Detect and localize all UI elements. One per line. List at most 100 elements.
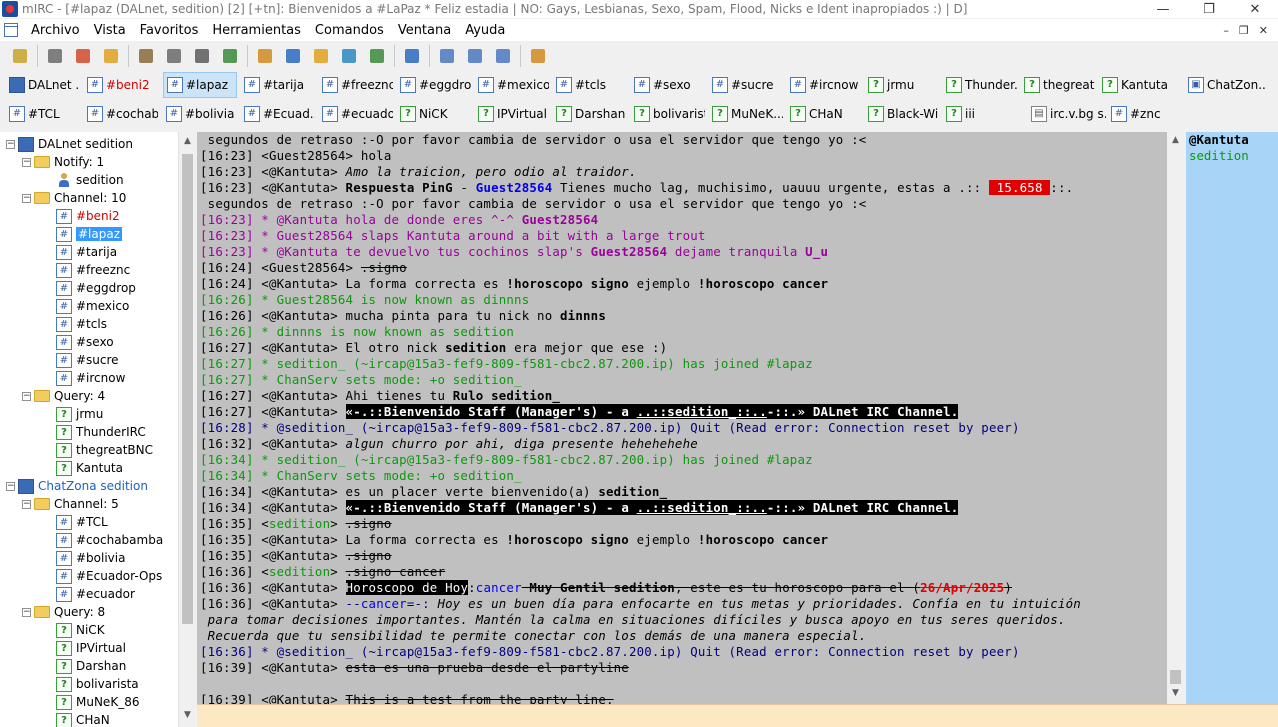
menu-vista[interactable]: Vista [87, 23, 133, 38]
switchbar-ecuad[interactable]: ##Ecuad... [241, 101, 315, 127]
switchbar-chatzon[interactable]: ▣ ChatZon... [1185, 72, 1265, 98]
switchbar-ipvirtual[interactable]: ? IPVirtual [475, 101, 549, 127]
tree-node-query[interactable]: ? Darshan [56, 657, 126, 675]
tree-node-chan[interactable]: # #freeznc [56, 261, 130, 279]
scroll-up-arrow-icon[interactable]: ▲ [179, 136, 196, 146]
switchbar-tcl[interactable]: # #TCL [6, 101, 80, 127]
switchbar-freeznc[interactable]: # #freeznc [319, 72, 393, 98]
channels-folder-icon[interactable] [402, 46, 422, 66]
switchbar-ircnow[interactable]: # #ircnow [787, 72, 861, 98]
switchbar-eggdrop[interactable]: ##eggdrop [397, 72, 471, 98]
help-icon[interactable] [528, 46, 548, 66]
tree-node-chan[interactable]: # #lapaz [56, 225, 123, 243]
menu-comandos[interactable]: Comandos [308, 23, 391, 38]
switchbar-blackwi[interactable]: ?Black-Wi... [865, 101, 939, 127]
tree-node-chan[interactable]: # #Ecuador-Ops [56, 567, 162, 585]
switchbar-iii[interactable]: ? iii [943, 101, 1017, 127]
nick-sedition[interactable]: sedition [1189, 148, 1278, 164]
tree-node-chan[interactable]: # #tcls [56, 315, 107, 333]
switchbar-nick[interactable]: ? NiCK [397, 101, 471, 127]
switchbar-ircvbgs[interactable]: ▤irc.v.bg s... [1028, 101, 1106, 127]
switchbar-mexico[interactable]: # #mexico [475, 72, 549, 98]
chat-scrollbar[interactable]: ▲ ▼ [1167, 132, 1184, 704]
tree-node-chan[interactable]: # #ircnow [56, 369, 125, 387]
cascade-icon[interactable] [493, 46, 513, 66]
switchbar-bolivia[interactable]: # #bolivia [163, 101, 237, 127]
timer-icon[interactable] [192, 46, 212, 66]
tile-horizontal-icon[interactable] [437, 46, 457, 66]
switchbar-lapaz[interactable]: # #lapaz [163, 72, 237, 98]
tree-node-chan[interactable]: # #eggdrop [56, 279, 136, 297]
channel-list-icon[interactable] [164, 46, 184, 66]
switchbar-darshan[interactable]: ? Darshan [553, 101, 627, 127]
switchbar-thunder[interactable]: ?Thunder... [943, 72, 1017, 98]
tree-collapse-icon[interactable]: − [6, 481, 15, 491]
scrollbar-thumb[interactable] [1170, 670, 1181, 684]
tree-collapse-icon[interactable]: − [22, 193, 31, 203]
treebar-scrollbar[interactable]: ▲ ▼ [178, 132, 195, 727]
menu-favoritos[interactable]: Favoritos [133, 23, 206, 38]
switchbar-tcls[interactable]: # #tcls [553, 72, 627, 98]
tree-node-chan[interactable]: # #sexo [56, 333, 114, 351]
tree-node-chan[interactable]: # #ecuador [56, 585, 135, 603]
options-icon[interactable] [45, 46, 65, 66]
switchbar-munek[interactable]: ? MuNeK... [709, 101, 783, 127]
tree-node-chan[interactable]: # #cochabamba [56, 531, 163, 549]
tree-node-query[interactable]: ? IPVirtual [56, 639, 126, 657]
mdi-restore-button[interactable]: ❐ [1239, 24, 1249, 37]
minimize-button[interactable]: — [1140, 2, 1186, 17]
colors-icon[interactable] [220, 46, 240, 66]
switchbar-dalnet[interactable]: DALnet ... [6, 72, 80, 98]
tree-node-chan[interactable]: # #sucre [56, 351, 119, 369]
tree-node-query[interactable]: ? bolivarista [56, 675, 139, 693]
notify-icon[interactable] [311, 46, 331, 66]
scroll-up-arrow-icon[interactable]: ▲ [1167, 135, 1184, 145]
address-book-icon[interactable] [73, 46, 93, 66]
mdi-minimize-button[interactable]: – [1223, 24, 1229, 37]
tree-node-server[interactable]: − ChatZona sedition [6, 477, 148, 495]
switchbar-bolivarista[interactable]: ?bolivarista [631, 101, 705, 127]
tree-collapse-icon[interactable]: − [22, 607, 31, 617]
dcc-chat-icon[interactable] [283, 46, 303, 66]
tree-node-server[interactable]: − DALnet sedition [6, 135, 133, 153]
menu-archivo[interactable]: Archivo [24, 23, 87, 38]
switchbar-jrmu[interactable]: ? jrmu [865, 72, 939, 98]
channel-window-icon[interactable] [4, 23, 18, 37]
switchbar-beni2[interactable]: # #beni2 [84, 72, 158, 98]
close-button[interactable]: ✕ [1232, 2, 1278, 17]
tree-node-query[interactable]: ? CHaN [56, 711, 110, 727]
menu-ayuda[interactable]: Ayuda [458, 23, 512, 38]
tree-collapse-icon[interactable]: − [22, 391, 31, 401]
tree-node-query[interactable]: ? MuNeK_86 [56, 693, 139, 711]
nick-kantuta[interactable]: @Kantuta [1189, 132, 1278, 148]
scrollbar-thumb[interactable] [182, 154, 193, 624]
message-input[interactable] [197, 704, 1278, 727]
favorites-icon[interactable] [101, 46, 121, 66]
urls-icon[interactable] [339, 46, 359, 66]
scroll-down-arrow-icon[interactable]: ▼ [1167, 688, 1184, 698]
mdi-close-button[interactable]: ✕ [1259, 24, 1268, 37]
switchbar-ecuador[interactable]: ##ecuador [319, 101, 393, 127]
switchbar-thegreat[interactable]: ?thegreat... [1021, 72, 1095, 98]
tree-collapse-icon[interactable]: − [6, 139, 15, 149]
switchbar-znc[interactable]: # #znc [1108, 101, 1182, 127]
tree-node-chan[interactable]: # #TCL [56, 513, 108, 531]
switchbar-cochab[interactable]: ##cochab... [84, 101, 158, 127]
switchbar-chan[interactable]: ? CHaN [787, 101, 861, 127]
scroll-down-arrow-icon[interactable]: ▼ [179, 710, 196, 720]
dcc-send-icon[interactable] [255, 46, 275, 66]
tree-node-chan[interactable]: # #beni2 [56, 207, 120, 225]
tree-collapse-icon[interactable]: − [22, 499, 31, 509]
tile-vertical-icon[interactable] [465, 46, 485, 66]
tree-node-query[interactable]: ? jrmu [56, 405, 103, 423]
switchbar-sucre[interactable]: # #sucre [709, 72, 783, 98]
tree-node-chan[interactable]: # #tarija [56, 243, 117, 261]
log-icon[interactable] [367, 46, 387, 66]
tree-node-query[interactable]: ? Kantuta [56, 459, 123, 477]
menu-herramientas[interactable]: Herramientas [205, 23, 308, 38]
tree-collapse-icon[interactable]: − [22, 157, 31, 167]
connect-icon[interactable] [10, 46, 30, 66]
switchbar-tarija[interactable]: # #tarija [241, 72, 315, 98]
restore-button[interactable]: ❐ [1186, 2, 1232, 17]
switchbar-sexo[interactable]: # #sexo [631, 72, 705, 98]
